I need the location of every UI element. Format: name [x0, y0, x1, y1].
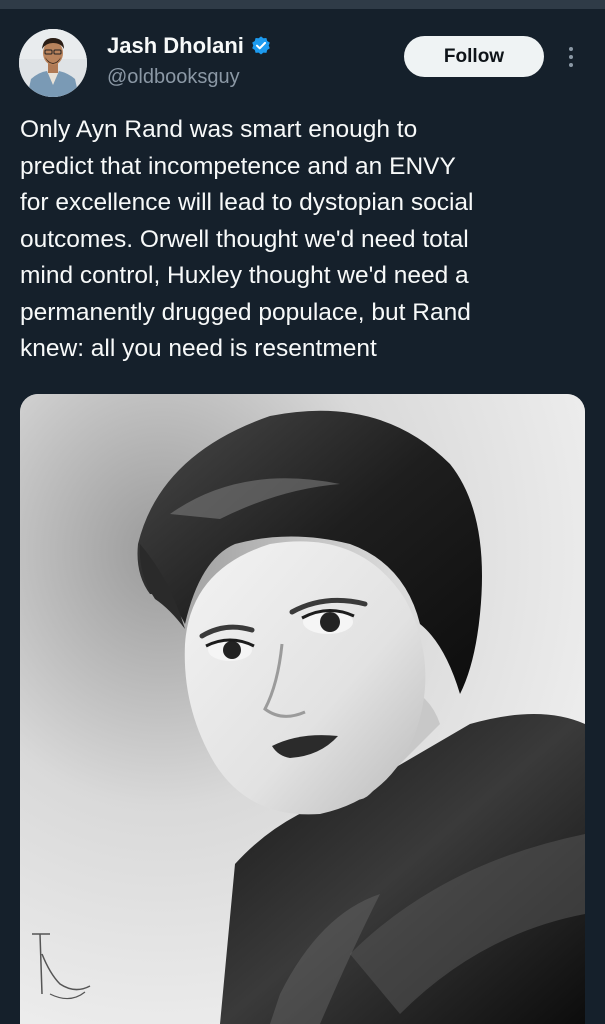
tweet-text-line: knew: all you need is resentment [20, 335, 377, 362]
more-dot [569, 63, 573, 67]
tweet-text-line: predict that incompetence and an ENVY [20, 152, 456, 180]
tweet-text-line: for excellence will lead to dystopian so… [20, 189, 474, 216]
tweet-header: Jash Dholani @oldbooksguy Follow [0, 24, 605, 104]
tweet-view: Jash Dholani @oldbooksguy Follow Only Ay… [0, 0, 605, 1024]
tweet-text-line: outcomes. Orwell thought we'd need total [20, 225, 469, 253]
more-dot [569, 55, 573, 59]
verified-badge-icon [250, 35, 272, 57]
author-name-row: Jash Dholani [107, 33, 272, 59]
follow-button[interactable]: Follow [404, 36, 544, 77]
more-vertical-icon[interactable] [563, 42, 579, 72]
avatar[interactable] [19, 29, 87, 97]
author-display-name[interactable]: Jash Dholani [107, 33, 244, 59]
tweet-text-line: permanently drugged populace, but Rand [20, 298, 471, 326]
tweet-photo[interactable] [20, 394, 585, 1024]
top-divider [0, 0, 605, 9]
more-dot [569, 47, 573, 51]
tweet-text-line: Only Ayn Rand was smart enough to [20, 116, 418, 143]
author-handle[interactable]: @oldbooksguy [107, 66, 240, 89]
tweet-text: Only Ayn Rand was smart enough to predic… [20, 112, 590, 368]
tweet-text-line: mind control, Huxley thought we'd need a [20, 262, 469, 289]
